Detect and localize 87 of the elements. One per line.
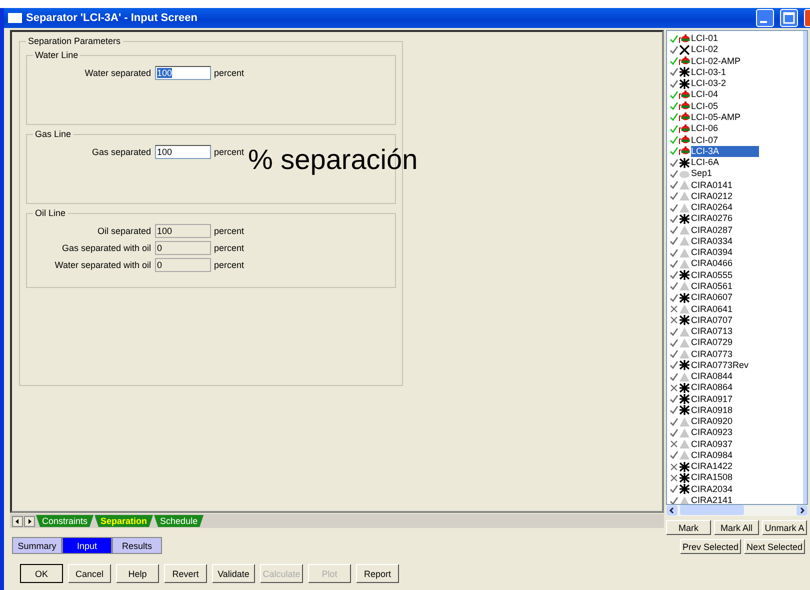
unit-label: percent: [213, 242, 244, 252]
field-label: Water separated with oil: [54, 260, 152, 270]
minimize-icon[interactable]: [756, 9, 774, 27]
object-name[interactable]: CIRA0773: [691, 348, 773, 360]
list-button[interactable]: Mark All: [714, 520, 759, 535]
object-name[interactable]: CIRA0918: [691, 404, 773, 416]
object-name[interactable]: Sep1: [691, 168, 752, 180]
object-name[interactable]: CIRA0561: [691, 280, 773, 292]
object-name[interactable]: CIRA0287: [691, 224, 773, 236]
unit-label: percent: [213, 146, 244, 156]
object-name[interactable]: CIRA0937: [691, 438, 773, 450]
object-name[interactable]: CIRA2141: [691, 495, 773, 504]
object-name[interactable]: LCI-3A: [691, 146, 760, 157]
view-button[interactable]: Input: [62, 537, 112, 554]
object-name[interactable]: CIRA2034: [691, 484, 773, 495]
close-icon[interactable]: [804, 9, 810, 27]
action-button[interactable]: Report: [356, 564, 399, 583]
input-field[interactable]: 100: [155, 66, 211, 80]
scroll-right-icon[interactable]: [24, 516, 35, 527]
unit-label: percent: [213, 226, 244, 236]
object-name[interactable]: LCI-6A: [691, 157, 760, 168]
object-name[interactable]: CIRA0264: [691, 202, 773, 214]
object-name[interactable]: CIRA0607: [691, 292, 773, 304]
object-name[interactable]: CIRA1422: [691, 461, 773, 472]
annotation-text: % separación: [248, 144, 418, 176]
list-button[interactable]: Unmark A: [762, 520, 807, 535]
action-button[interactable]: Validate: [212, 564, 255, 583]
window-title: Separator 'LCI-3A' - Input Screen: [26, 12, 198, 24]
sheet-tab[interactable]: Schedule: [154, 515, 204, 528]
unit-label: percent: [213, 260, 244, 270]
object-name[interactable]: LCI-02: [691, 44, 758, 56]
action-button[interactable]: Cancel: [68, 564, 111, 583]
group-title: Separation Parameters: [27, 36, 122, 46]
unit-label: percent: [213, 68, 244, 78]
object-name[interactable]: CIRA0707: [691, 314, 773, 326]
object-name[interactable]: CIRA0141: [691, 180, 773, 191]
object-name[interactable]: LCI-04: [691, 89, 758, 100]
object-name[interactable]: CIRA0641: [691, 304, 773, 314]
field-label: Gas separated with oil: [60, 242, 152, 252]
view-button[interactable]: Summary: [12, 537, 62, 554]
object-name[interactable]: CIRA0276: [691, 213, 773, 224]
group-title: Water Line: [34, 50, 80, 60]
action-button[interactable]: Help: [116, 564, 159, 583]
object-name[interactable]: CIRA0984: [691, 450, 773, 461]
object-name[interactable]: CIRA0713: [691, 326, 773, 338]
window-icon: [8, 13, 22, 23]
object-name[interactable]: CIRA0466: [691, 258, 773, 270]
view-button[interactable]: Results: [112, 537, 162, 554]
object-name[interactable]: LCI-07: [691, 134, 758, 146]
scroll-right-icon[interactable]: [796, 505, 808, 516]
object-name[interactable]: LCI-03-2: [691, 78, 766, 90]
object-name[interactable]: CIRA0729: [691, 337, 773, 348]
group-title: Gas Line: [34, 129, 72, 139]
object-name[interactable]: LCI-03-1: [691, 66, 766, 78]
object-name[interactable]: CIRA0773Rev: [691, 360, 789, 371]
object-name[interactable]: CIRA0920: [691, 416, 773, 428]
field-label: Oil separated: [96, 226, 152, 236]
sheet-tab[interactable]: Separation: [94, 515, 154, 528]
object-name[interactable]: CIRA0334: [691, 236, 773, 247]
object-name[interactable]: CIRA0555: [691, 270, 773, 281]
object-name[interactable]: LCI-02-AMP: [691, 56, 781, 67]
scroll-left-icon[interactable]: [666, 505, 678, 516]
field-label: Gas separated: [90, 146, 152, 156]
object-name[interactable]: LCI-01: [691, 33, 758, 44]
object-name[interactable]: LCI-05-AMP: [691, 112, 781, 123]
nav-button[interactable]: Next Selected: [744, 539, 805, 554]
object-name[interactable]: CIRA0917: [691, 394, 773, 405]
object-name[interactable]: LCI-05: [691, 100, 758, 112]
group-title: Oil Line: [34, 208, 67, 218]
field-label: Water separated: [84, 68, 152, 78]
object-name[interactable]: CIRA0212: [691, 190, 773, 202]
list-button[interactable]: Mark: [666, 520, 711, 535]
scroll-bar[interactable]: [803, 31, 807, 504]
input-field[interactable]: 100: [155, 144, 211, 158]
object-name[interactable]: CIRA1508: [691, 472, 773, 484]
scroll-left-icon[interactable]: [12, 516, 23, 527]
object-name[interactable]: CIRA0394: [691, 247, 773, 258]
nav-button[interactable]: Prev Selected: [680, 539, 741, 554]
object-name[interactable]: CIRA0844: [691, 371, 773, 382]
object-name[interactable]: CIRA0864: [691, 382, 773, 394]
object-name[interactable]: CIRA0923: [691, 427, 773, 438]
sheet-tab[interactable]: Constraints: [36, 515, 94, 528]
action-button[interactable]: OK: [20, 564, 63, 583]
maximize-icon[interactable]: [780, 9, 798, 27]
action-button[interactable]: Revert: [164, 564, 207, 583]
horizontal-scroll-bar[interactable]: [666, 505, 808, 516]
object-name[interactable]: LCI-06: [691, 123, 758, 134]
